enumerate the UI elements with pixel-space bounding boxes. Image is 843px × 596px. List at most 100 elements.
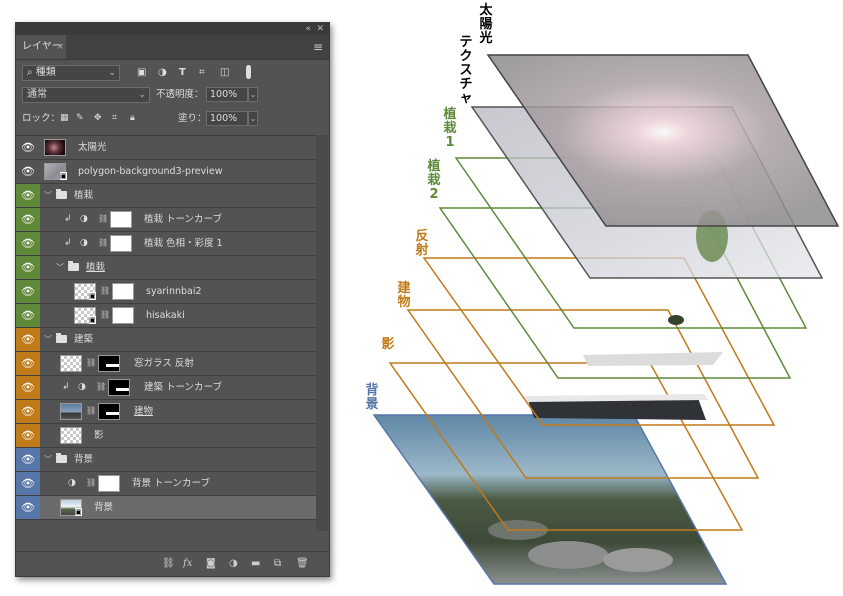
- eye-icon[interactable]: 👁︎: [16, 424, 40, 447]
- eye-icon[interactable]: 👁︎: [16, 496, 40, 519]
- label-planting2: 植栽2: [427, 159, 441, 202]
- eye-icon[interactable]: 👁︎: [16, 208, 40, 231]
- lock-transparent-icon[interactable]: ▦: [60, 113, 69, 123]
- layer-row[interactable]: 👁︎ ▣ ⛓︎ hisakaki: [16, 304, 316, 328]
- filter-row: ⌕ 種類 ⌄ ▣ ◑ T ⌗ ◫: [16, 59, 329, 85]
- blend-mode-value: 通常: [27, 89, 47, 100]
- fill-input[interactable]: 100%: [206, 111, 248, 126]
- layers-scrollbar[interactable]: [316, 135, 328, 531]
- lock-artboard-icon[interactable]: ⌗: [112, 113, 117, 123]
- layer-row[interactable]: 👁︎ ↲ ◑ ⛓︎ 植栽 トーンカーブ: [16, 208, 316, 232]
- layer-name: 植栽: [74, 190, 94, 201]
- filter-kind-select[interactable]: ⌕ 種類 ⌄: [22, 65, 120, 81]
- label-texture: テクスチャ: [459, 35, 473, 106]
- chain-link-icon[interactable]: ⛓︎: [100, 286, 110, 296]
- layer-row[interactable]: 👁︎ ⛓︎ 窓ガラス 反射: [16, 352, 316, 376]
- layer-row[interactable]: 👁︎ ▣ polygon-background3-preview: [16, 160, 316, 184]
- opacity-chevron-icon[interactable]: ⌄: [248, 87, 258, 102]
- smart-object-icon: ▣: [75, 508, 82, 516]
- eye-icon[interactable]: 👁︎: [16, 304, 40, 327]
- eye-icon[interactable]: 👁︎: [16, 184, 40, 207]
- adjust-filter-icon[interactable]: ◑: [158, 68, 167, 78]
- layer-name: 建物: [134, 406, 154, 417]
- eye-icon[interactable]: 👁︎: [16, 472, 40, 495]
- eye-icon[interactable]: 👁︎: [16, 232, 40, 255]
- lock-brush-icon[interactable]: ✎: [76, 113, 84, 123]
- layer-row[interactable]: 👁︎ 影: [16, 424, 316, 448]
- layer-name: 植栽 トーンカーブ: [144, 214, 222, 225]
- type-filter-icon[interactable]: T: [179, 68, 186, 78]
- adjustment-icon: ◑: [80, 238, 88, 248]
- new-layer-icon[interactable]: ⧉: [274, 558, 281, 570]
- panel-topbar: « ✕: [16, 23, 329, 35]
- layer-row-selected[interactable]: 👁︎ ▣ 背景: [16, 496, 316, 520]
- layer-row[interactable]: 👁︎ ▣ ⛓︎ syarinnbai2: [16, 280, 316, 304]
- panel-menu-icon[interactable]: ≡: [313, 41, 323, 53]
- eye-icon[interactable]: 👁︎: [16, 376, 40, 399]
- tab-layers[interactable]: レイヤー ×: [16, 35, 66, 59]
- layer-name: 植栽 色相・彩度 1: [144, 238, 223, 249]
- chain-link-icon[interactable]: ⛓︎: [86, 406, 96, 416]
- shrub-shape: [668, 315, 684, 325]
- chain-link-icon[interactable]: ⛓︎: [100, 310, 110, 320]
- lock-move-icon[interactable]: ✥: [94, 113, 102, 123]
- folder-icon: [56, 333, 67, 343]
- trash-icon[interactable]: 🗑︎: [296, 558, 309, 570]
- eye-icon[interactable]: 👁︎: [16, 448, 40, 471]
- layer-name: hisakaki: [146, 310, 185, 321]
- chevron-down-icon[interactable]: ﹀: [44, 184, 52, 207]
- adjustment-icon[interactable]: ◑: [229, 558, 238, 570]
- eye-icon[interactable]: 👁︎: [16, 160, 40, 183]
- layer-row[interactable]: 👁︎ ↲ ◑ ⛓︎ 建築 トーンカーブ: [16, 376, 316, 400]
- image-filter-icon[interactable]: ▣: [137, 68, 146, 78]
- folder-icon[interactable]: ▬: [251, 558, 260, 570]
- shape-filter-icon[interactable]: ⌗: [199, 68, 205, 78]
- clip-arrow-icon: ↲: [64, 238, 72, 248]
- fill-chevron-icon[interactable]: ⌄: [248, 111, 258, 126]
- chevron-down-icon[interactable]: ﹀: [56, 256, 64, 279]
- mask-icon[interactable]: ◙: [206, 558, 216, 570]
- layer-name: syarinnbai2: [146, 286, 202, 297]
- chain-link-icon[interactable]: ⛓︎: [96, 382, 106, 392]
- opacity-input[interactable]: 100%: [206, 87, 248, 102]
- layer-row[interactable]: 👁︎ ﹀ 植栽: [16, 256, 316, 280]
- link-icon[interactable]: ⛓︎: [162, 558, 175, 570]
- chevron-down-icon[interactable]: ﹀: [44, 448, 52, 471]
- eye-icon[interactable]: 👁︎: [16, 400, 40, 423]
- lock-all-icon[interactable]: 🔒︎: [130, 113, 135, 123]
- layer-mask-thumbnail: [98, 475, 120, 492]
- filter-toggle-icon[interactable]: [246, 65, 251, 79]
- layer-row[interactable]: 👁︎ 太陽光: [16, 136, 316, 160]
- eye-icon[interactable]: 👁︎: [16, 136, 40, 159]
- chain-link-icon[interactable]: ⛓︎: [98, 238, 108, 248]
- chain-link-icon[interactable]: ⛓︎: [86, 358, 96, 368]
- fx-icon[interactable]: fx: [183, 558, 192, 570]
- chain-link-icon[interactable]: ⛓︎: [98, 214, 108, 224]
- smart-filter-icon[interactable]: ◫: [220, 68, 229, 78]
- eye-icon[interactable]: 👁︎: [16, 256, 40, 279]
- layer-row[interactable]: 👁︎ ﹀ 建築: [16, 328, 316, 352]
- layer-name: 太陽光: [78, 142, 107, 153]
- chain-link-icon[interactable]: ⛓︎: [86, 478, 96, 488]
- layer-thumbnail: [60, 427, 82, 444]
- collapse-icon[interactable]: «: [305, 23, 311, 35]
- layer-mask-thumbnail: [112, 307, 134, 324]
- eye-icon[interactable]: 👁︎: [16, 280, 40, 303]
- blend-mode-select[interactable]: 通常 ⌄: [22, 87, 150, 103]
- layer-name: 建築 トーンカーブ: [144, 382, 222, 393]
- eye-icon[interactable]: 👁︎: [16, 352, 40, 375]
- close-panel-icon[interactable]: ✕: [316, 23, 324, 35]
- rock-shape: [603, 548, 673, 572]
- tab-close-icon[interactable]: ×: [56, 35, 64, 59]
- layer-row[interactable]: 👁︎ ◑ ⛓︎ 背景 トーンカーブ: [16, 472, 316, 496]
- eye-icon[interactable]: 👁︎: [16, 328, 40, 351]
- layer-row[interactable]: 👁︎ ⛓︎ 建物: [16, 400, 316, 424]
- folder-icon: [68, 261, 79, 271]
- layer-thumbnail: [44, 139, 66, 156]
- chevron-down-icon[interactable]: ﹀: [44, 328, 52, 351]
- label-building: 建物: [397, 281, 411, 310]
- layer-thumbnail: [60, 403, 82, 420]
- layer-row[interactable]: 👁︎ ﹀ 背景: [16, 448, 316, 472]
- layer-row[interactable]: 👁︎ ﹀ 植栽: [16, 184, 316, 208]
- layer-row[interactable]: 👁︎ ↲ ◑ ⛓︎ 植栽 色相・彩度 1: [16, 232, 316, 256]
